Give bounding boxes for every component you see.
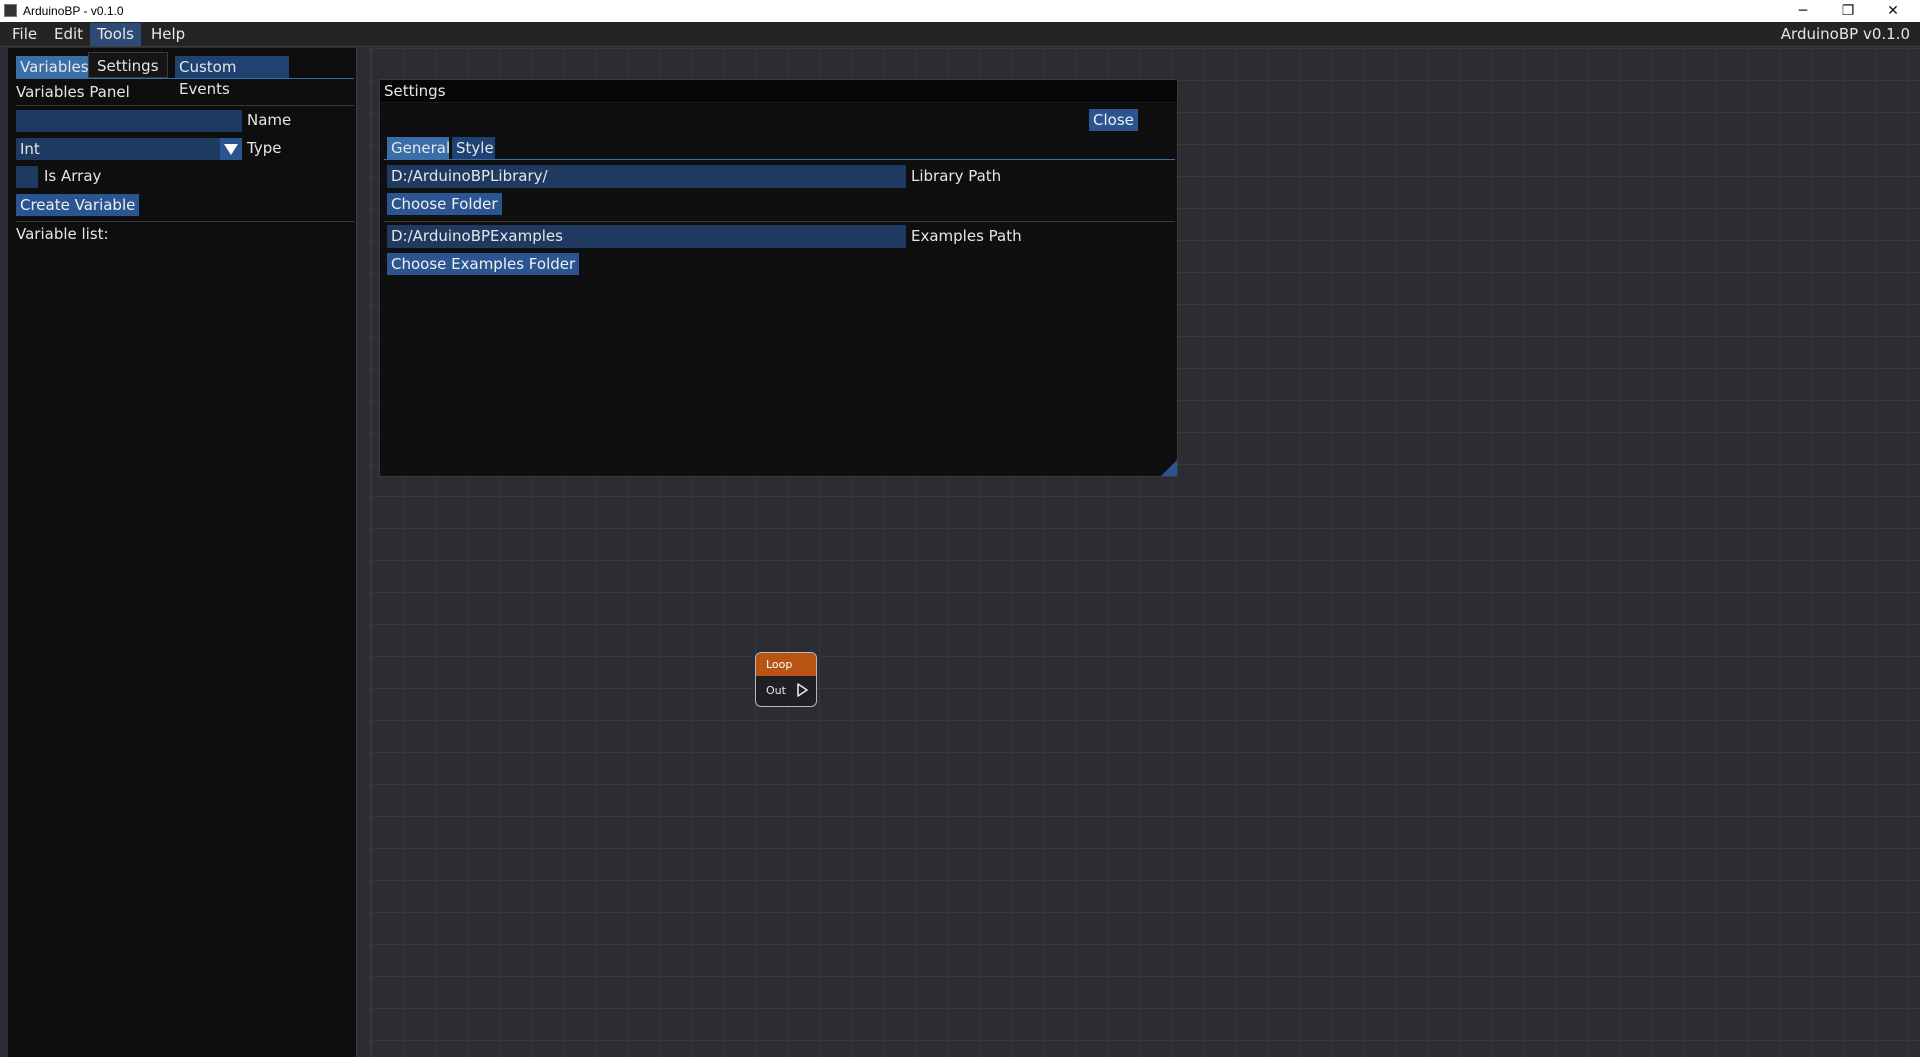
loop-node[interactable]: Loop Out [755, 652, 817, 707]
tab-style[interactable]: Style [452, 137, 495, 159]
window-title-bar: ArduinoBP - v0.1.0 ─ ❐ ✕ [0, 0, 1920, 22]
tab-variables[interactable]: Variables [16, 56, 89, 78]
settings-window: Settings Close General Style D:/ArduinoB… [379, 79, 1178, 477]
panel-heading: Variables Panel [16, 83, 130, 101]
create-variable-button[interactable]: Create Variable [16, 194, 140, 216]
examples-path-input[interactable]: D:/ArduinoBPExamples [387, 225, 906, 248]
type-label: Type [247, 139, 282, 157]
settings-title: Settings [380, 80, 1177, 103]
is-array-checkbox[interactable] [16, 166, 38, 188]
is-array-label: Is Array [44, 167, 102, 185]
exec-pin-icon[interactable] [796, 682, 810, 698]
examples-path-label: Examples Path [911, 227, 1022, 245]
settings-tab-bar: General Style [384, 137, 1175, 160]
chevron-down-icon[interactable] [220, 138, 242, 160]
tab-general[interactable]: General [387, 137, 450, 159]
settings-tooltip: Settings [88, 52, 168, 78]
library-path-label: Library Path [911, 167, 1002, 185]
menu-tools[interactable]: Tools [90, 23, 141, 46]
choose-examples-folder-button[interactable]: Choose Examples Folder [387, 253, 580, 275]
tab-custom-events[interactable]: Custom Events [175, 56, 289, 98]
pin-label: Out [766, 684, 786, 697]
divider [384, 221, 1175, 222]
menu-file[interactable]: File [5, 23, 44, 46]
library-path-input[interactable]: D:/ArduinoBPLibrary/ [387, 165, 906, 188]
app-icon [4, 4, 17, 17]
choose-folder-button[interactable]: Choose Folder [387, 193, 502, 215]
maximize-icon[interactable]: ❐ [1826, 0, 1870, 22]
panel-tab-bar: Variables Custom Events [16, 56, 354, 98]
window-title: ArduinoBP - v0.1.0 [23, 4, 124, 18]
resize-grip-icon[interactable] [1161, 460, 1177, 476]
minimize-icon[interactable]: ─ [1781, 0, 1825, 22]
menu-help[interactable]: Help [144, 23, 192, 46]
close-button[interactable]: Close [1089, 109, 1138, 131]
node-title: Loop [756, 653, 816, 676]
menu-edit[interactable]: Edit [47, 23, 90, 46]
type-value: Int [20, 140, 40, 158]
menu-bar: File Edit Tools Help ArduinoBP v0.1.0 [0, 22, 1920, 47]
variable-list-label: Variable list: [16, 225, 109, 243]
variable-name-input[interactable] [16, 110, 242, 132]
variable-type-select[interactable]: Int [16, 138, 242, 160]
version-label: ArduinoBP v0.1.0 [1780, 25, 1910, 43]
divider [16, 105, 354, 106]
close-window-icon[interactable]: ✕ [1871, 0, 1915, 22]
name-label: Name [247, 111, 292, 129]
variables-panel: Variables Custom Events Variables Panel … [8, 48, 357, 1057]
divider [16, 221, 354, 222]
